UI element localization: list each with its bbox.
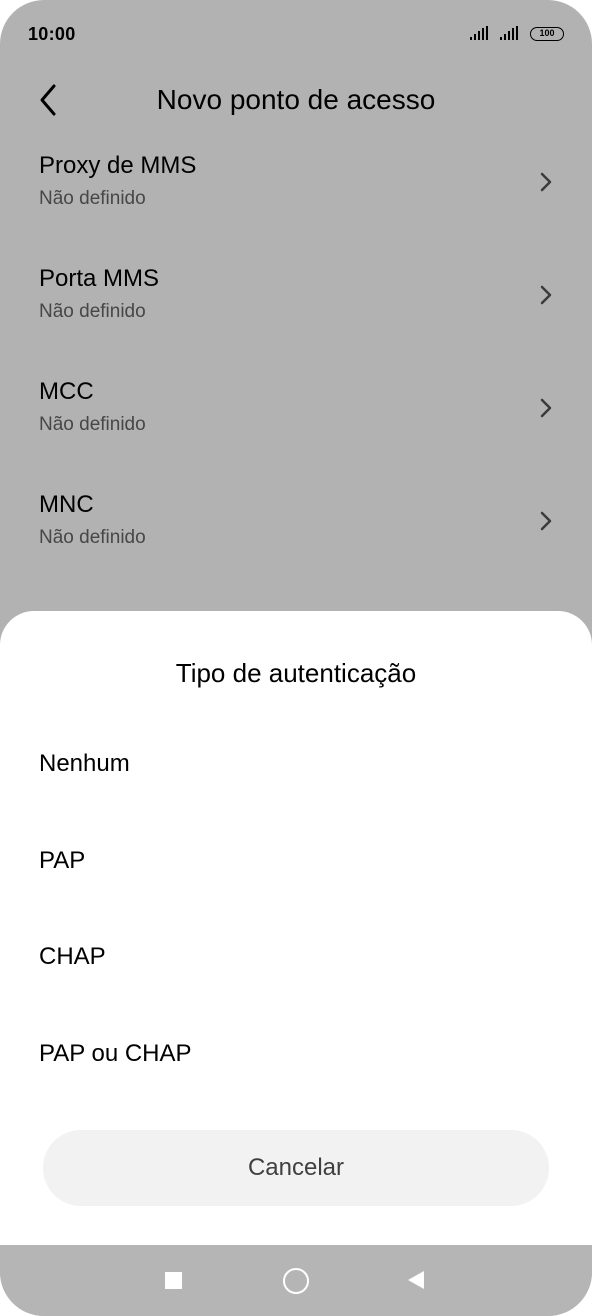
option-label: PAP ou CHAP [39, 1040, 192, 1067]
back-triangle-icon[interactable] [408, 1271, 424, 1289]
dialog-title: Tipo de autenticação [175, 658, 417, 688]
option-label: PAP [39, 847, 86, 874]
option-chap[interactable]: CHAP [0, 913, 592, 1003]
cancel-button[interactable]: Cancelar [43, 1130, 549, 1206]
recents-icon[interactable] [165, 1272, 182, 1289]
option-pap[interactable]: PAP [0, 817, 592, 907]
system-navigation-bar [0, 1245, 592, 1316]
cancel-label: Cancelar [247, 1154, 345, 1181]
option-label: Nenhum [39, 750, 130, 777]
home-icon[interactable] [283, 1268, 309, 1294]
phone-frame: 10:00 100 Novo ponto de acesso Proxy de … [0, 0, 592, 1316]
option-pap-or-chap[interactable]: PAP ou CHAP [0, 1010, 592, 1100]
option-label: CHAP [39, 943, 106, 970]
option-nenhum[interactable]: Nenhum [0, 720, 592, 810]
auth-type-bottom-sheet: Tipo de autenticação Nenhum PAP CHAP PAP… [0, 611, 592, 1245]
